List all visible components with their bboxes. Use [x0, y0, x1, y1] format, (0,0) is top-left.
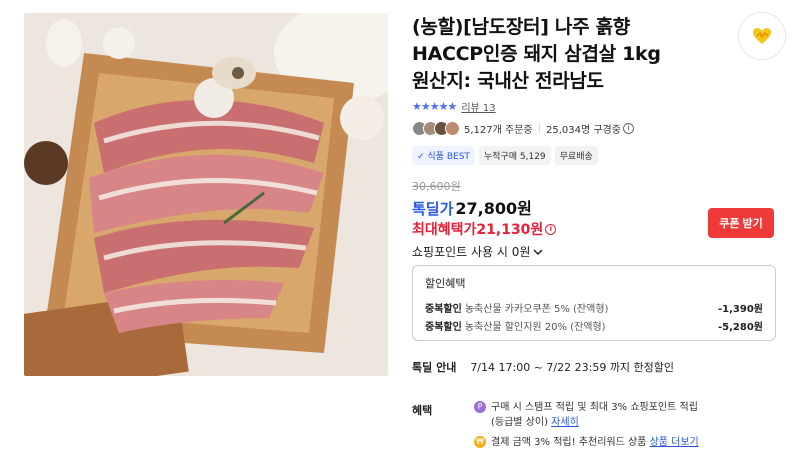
- original-price: 30,600원: [412, 180, 461, 193]
- orders-count: 5,127개 주문중: [464, 125, 533, 136]
- info-icon[interactable]: i: [545, 223, 557, 235]
- tag-cumulative: 누적구매 5,129: [478, 146, 551, 165]
- discount-key: 중복할인: [425, 322, 462, 333]
- benefit-stamp: P 구매 시 스탬프 적립 및 최대 3% 쇼핑포인트 적립 (등급별 상이) …: [474, 400, 698, 430]
- tag-list: ✓ 식품 BEST 누적구매 5,129 무료배송: [412, 146, 598, 165]
- coupon-button[interactable]: 쿠폰 받기: [708, 208, 774, 238]
- max-benefit-price: 최대혜택가21,130원: [412, 222, 544, 238]
- buyer-avatars: [412, 121, 460, 136]
- buyers-row: 5,127개 주문중 | 25,034명 구경중 i: [412, 121, 634, 136]
- deal-notice: 톡딜 안내 7/14 17:00 ~ 7/22 23:59 까지 한정할인: [412, 359, 674, 375]
- reward-more-link[interactable]: 상품 더보기: [650, 437, 699, 448]
- discount-heading: 할인혜택: [425, 277, 466, 290]
- discount-row: 중복할인 농축산물 카카오쿠폰 5% (잔액형) -1,390원: [425, 300, 763, 315]
- discount-amount: -5,280원: [718, 322, 763, 333]
- stamp-detail-link[interactable]: 자세히: [551, 417, 579, 428]
- rating-stars: ★★★★★: [412, 100, 457, 113]
- discount-box: 할인혜택 중복할인 농축산물 카카오쿠폰 5% (잔액형) -1,390원 중복…: [412, 265, 776, 341]
- chevron-down-icon: [533, 248, 543, 255]
- points-toggle[interactable]: 쇼핑포인트 사용 시 0원: [412, 243, 543, 260]
- reward-text: 결제 금액 3% 적립! 추천리워드 상품: [491, 437, 647, 448]
- deal-notice-label: 톡딜 안내: [412, 361, 457, 374]
- deal-price: 27,800원: [455, 199, 532, 218]
- title-line: (농할)[남도장터] 나주 흙향: [412, 16, 630, 38]
- info-icon[interactable]: i: [622, 123, 634, 134]
- deal-price-row: 톡딜가 27,800원: [412, 195, 532, 219]
- discount-amount: -1,390원: [718, 304, 763, 315]
- stamp-text: 구매 시 스탬프 적립 및 최대 3% 쇼핑포인트 적립: [491, 402, 698, 413]
- avatar: [445, 121, 460, 136]
- deal-notice-text: 7/14 17:00 ~ 7/22 23:59 까지 한정할인: [470, 361, 675, 374]
- rating-row: ★★★★★ 리뷰 13: [412, 99, 496, 114]
- title-line: 원산지: 국내산 전라남도: [412, 70, 604, 92]
- discount-desc: 농축산물 할인지원 20% (잔액형): [464, 322, 606, 333]
- tag-free-shipping: 무료배송: [554, 146, 598, 165]
- views-count: 25,034명 구경중: [545, 125, 621, 136]
- favorite-icon: [753, 28, 771, 44]
- favorite-button[interactable]: [738, 12, 786, 60]
- discount-row: 중복할인 농축산물 할인지원 20% (잔액형) -5,280원: [425, 318, 763, 333]
- review-link[interactable]: 리뷰 13: [461, 99, 495, 114]
- stamp-icon: P: [474, 401, 486, 413]
- max-benefit-row: 최대혜택가21,130원 i: [412, 219, 557, 239]
- deal-label: 톡딜가: [412, 200, 454, 218]
- reward-icon: ₩: [474, 436, 486, 448]
- benefit-reward: ₩ 결제 금액 3% 적립! 추천리워드 상품 상품 더보기: [474, 435, 699, 450]
- title-line: HACCP인증 돼지 삼겹살 1kg: [412, 43, 661, 65]
- discount-desc: 농축산물 카카오쿠폰 5% (잔액형): [464, 304, 609, 315]
- points-label: 쇼핑포인트 사용 시 0원: [412, 245, 531, 259]
- benefit-label: 혜택: [412, 404, 433, 417]
- product-image[interactable]: [24, 13, 388, 376]
- product-title: (농할)[남도장터] 나주 흙향 HACCP인증 돼지 삼겹살 1kg 원산지:…: [412, 14, 742, 95]
- discount-key: 중복할인: [425, 304, 462, 315]
- tag-food-best[interactable]: ✓ 식품 BEST: [412, 146, 475, 165]
- stamp-note: (등급별 상이): [491, 417, 548, 428]
- divider: |: [537, 123, 541, 134]
